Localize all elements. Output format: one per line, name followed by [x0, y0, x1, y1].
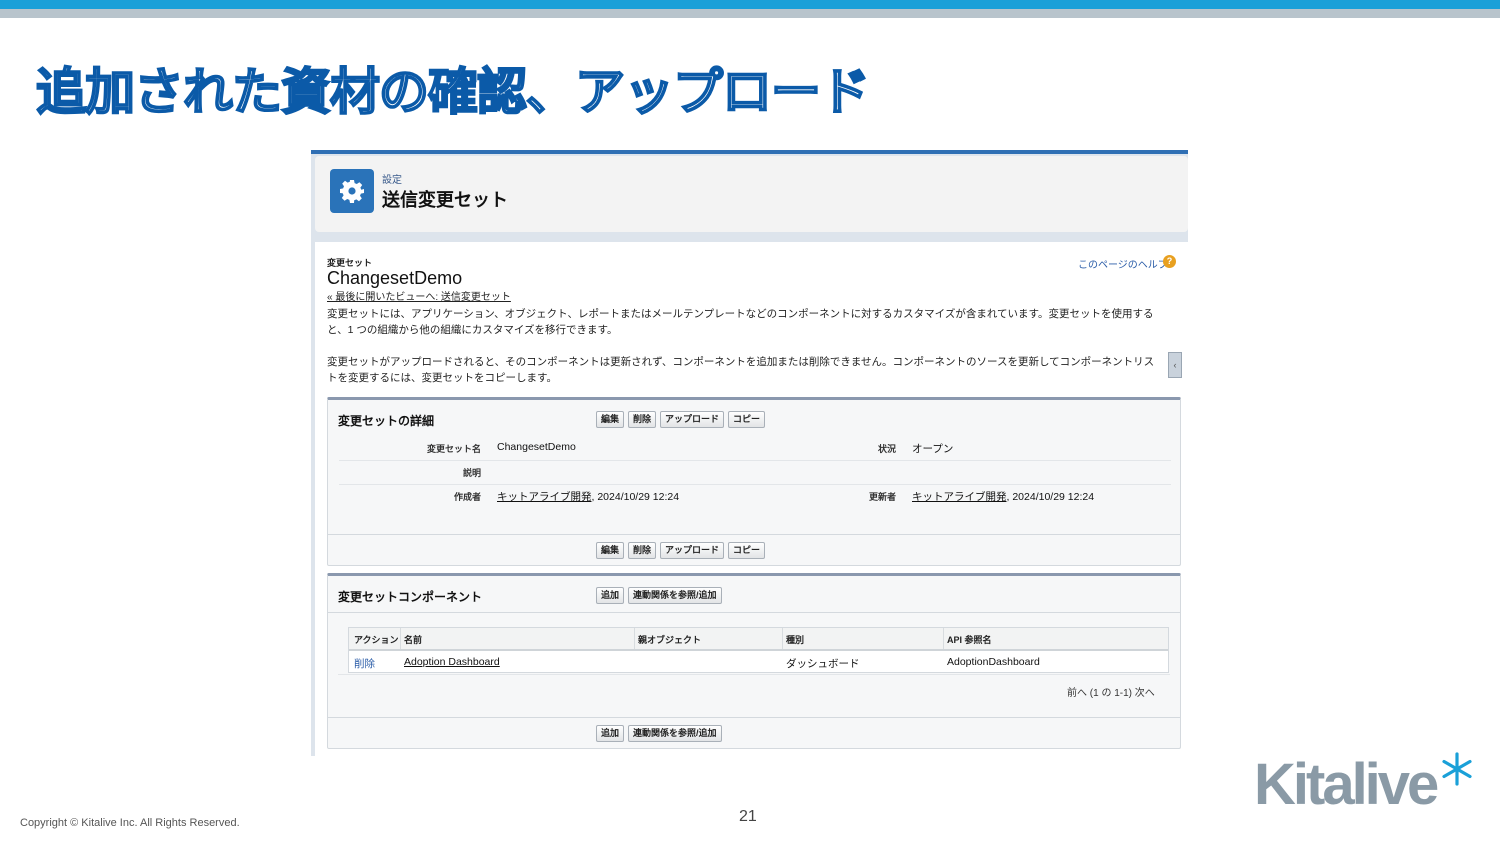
- logo-text: Kitalive: [1254, 752, 1439, 817]
- copy-button[interactable]: コピー: [728, 411, 766, 428]
- detail-section-title: 変更セットの詳細: [338, 414, 435, 428]
- upload-button[interactable]: アップロード: [660, 411, 725, 428]
- edit-button-bottom[interactable]: 編集: [596, 542, 625, 559]
- modified-by-date: , 2024/10/29 12:24: [1006, 491, 1095, 503]
- slide-title: 追加された資材の確認、アップロード: [35, 62, 871, 122]
- col-parent-object: 親オブジェクト: [638, 635, 702, 645]
- components-section-title: 変更セットコンポーネント: [338, 590, 483, 604]
- row-name-link[interactable]: Adoption Dashboard: [404, 656, 500, 668]
- description-2-line1: 変更セットがアップロードされると、そのコンポーネントは更新されず、コンポーネント…: [327, 356, 1155, 368]
- help-icon[interactable]: ?: [1163, 255, 1176, 268]
- modified-by-user-link[interactable]: キットアライブ開発: [912, 491, 1007, 503]
- field-value-status: オープン: [912, 443, 954, 455]
- col-type: 種別: [786, 635, 805, 645]
- top-gray-bar: [0, 9, 1500, 18]
- description-2: 変更セットがアップロードされると、そのコンポーネントは更新されず、コンポーネント…: [327, 354, 1177, 386]
- top-accent-bar: [0, 0, 1500, 9]
- scroll-handle-icon[interactable]: ‹: [1168, 352, 1182, 378]
- field-value-name: ChangesetDemo: [497, 441, 576, 453]
- detail-row-description: 説明: [339, 460, 1171, 485]
- copyright: Copyright © Kitalive Inc. All Rights Res…: [20, 817, 240, 829]
- field-label-created-by: 作成者: [453, 492, 481, 502]
- col-divider: [782, 628, 783, 649]
- breadcrumb[interactable]: 設定: [382, 171, 402, 186]
- copy-button-bottom[interactable]: コピー: [728, 542, 766, 559]
- pagination[interactable]: 前へ (1 の 1-1) 次へ: [1067, 684, 1155, 699]
- changeset-components-section: 変更セットコンポーネント 追加 連動関係を参照/追加 アクション 名前 親オブジ…: [327, 573, 1181, 749]
- created-by-user-link[interactable]: キットアライブ開発: [497, 491, 592, 503]
- help-link[interactable]: このページのヘルプ: [1078, 256, 1168, 271]
- detail-top-buttons: 編集 削除 アップロード コピー: [596, 411, 766, 428]
- created-by-date: , 2024/10/29 12:24: [591, 491, 680, 503]
- gear-icon: [330, 169, 374, 213]
- kitalive-logo: Kitalive: [1254, 752, 1474, 822]
- description-1-line2: と、1 つの組織から他の組織にカスタマイズを移行できます。: [327, 324, 618, 336]
- col-name: 名前: [404, 635, 423, 645]
- field-value-modified-by: キットアライブ開発, 2024/10/29 12:24: [912, 489, 1094, 504]
- description-2-line2: トを変更するには、変更セットをコピーします。: [327, 372, 557, 384]
- table-bottom-divider: [338, 674, 1170, 675]
- salesforce-screenshot: 設定 送信変更セット 変更セット ChangesetDemo « 最後に開いたビ…: [311, 150, 1188, 756]
- detail-footer-divider: [328, 534, 1180, 535]
- row-delete-link[interactable]: 削除: [354, 656, 375, 671]
- changeset-name: ChangesetDemo: [327, 268, 463, 288]
- field-label-name: 変更セット名: [426, 444, 481, 454]
- page-number: 21: [739, 808, 757, 825]
- row-type: ダッシュボード: [786, 658, 860, 670]
- components-bottom-buttons: 追加 連動関係を参照/追加: [596, 725, 722, 742]
- row-api-name: AdoptionDashboard: [947, 656, 1040, 668]
- components-footer-divider: [328, 717, 1180, 718]
- field-label-description: 説明: [462, 468, 481, 478]
- edit-button[interactable]: 編集: [596, 411, 625, 428]
- components-top-buttons: 追加 連動関係を参照/追加: [596, 587, 722, 604]
- components-table: アクション 名前 親オブジェクト 種別 API 参照名 削除 Adoption …: [348, 627, 1169, 673]
- detail-row-name: 変更セット名 ChangesetDemo 状況 オープン: [339, 436, 1171, 461]
- description-1-line1: 変更セットには、アプリケーション、オブジェクト、レポートまたはメールテンプレート…: [327, 308, 1154, 320]
- changeset-detail-section: 変更セットの詳細 編集 削除 アップロード コピー 変更セット名 Changes…: [327, 397, 1181, 566]
- field-value-created-by: キットアライブ開発, 2024/10/29 12:24: [497, 489, 679, 504]
- setup-header: 設定 送信変更セット: [315, 156, 1188, 232]
- detail-bottom-buttons: 編集 削除 アップロード コピー: [596, 542, 766, 559]
- detail-row-audit: 作成者 キットアライブ開発, 2024/10/29 12:24 更新者 キットア…: [339, 484, 1171, 508]
- add-button[interactable]: 追加: [596, 587, 625, 604]
- upload-button-bottom[interactable]: アップロード: [660, 542, 725, 559]
- back-to-list-link[interactable]: « 最後に開いたビューへ: 送信変更セット: [327, 288, 511, 303]
- description-1: 変更セットには、アプリケーション、オブジェクト、レポートまたはメールテンプレート…: [327, 306, 1177, 338]
- view-add-dependencies-button-bottom[interactable]: 連動関係を参照/追加: [628, 725, 722, 742]
- screenshot-top-border: [311, 150, 1188, 154]
- components-header-divider: [328, 612, 1180, 613]
- page-title: 送信変更セット: [382, 190, 508, 210]
- add-button-bottom[interactable]: 追加: [596, 725, 625, 742]
- col-divider: [943, 628, 944, 649]
- asterisk-icon: [1442, 752, 1472, 786]
- col-api-name: API 参照名: [947, 635, 992, 645]
- table-header: アクション 名前 親オブジェクト 種別 API 参照名: [349, 628, 1168, 651]
- col-action: アクション: [354, 635, 399, 645]
- field-label-status: 状況: [877, 444, 896, 454]
- page-body: 変更セット ChangesetDemo « 最後に開いたビューへ: 送信変更セッ…: [315, 242, 1188, 756]
- delete-button[interactable]: 削除: [628, 411, 657, 428]
- field-label-modified-by: 更新者: [868, 492, 896, 502]
- col-divider: [400, 628, 401, 649]
- delete-button-bottom[interactable]: 削除: [628, 542, 657, 559]
- view-add-dependencies-button[interactable]: 連動関係を参照/追加: [628, 587, 722, 604]
- col-divider: [634, 628, 635, 649]
